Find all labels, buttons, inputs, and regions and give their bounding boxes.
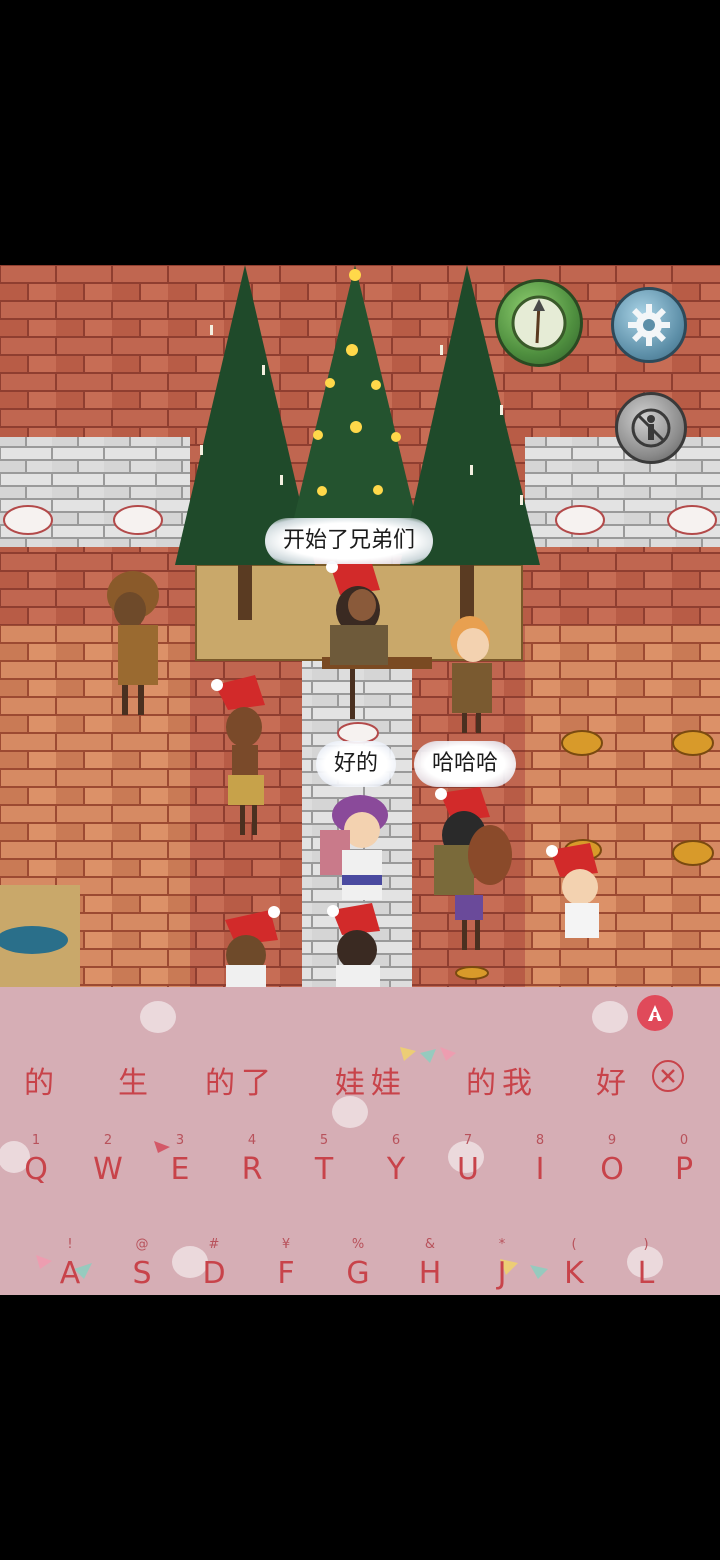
key-label: L xyxy=(637,1256,655,1291)
key-secondary-label: ! xyxy=(67,1237,73,1252)
key-j[interactable]: * J xyxy=(472,1236,532,1306)
key-label: A xyxy=(59,1256,81,1291)
key-k[interactable]: (K xyxy=(544,1236,604,1306)
letter-a-icon xyxy=(648,1005,662,1021)
candidate-word-2[interactable]: 生 xyxy=(118,1058,154,1102)
key-secondary-label: ( xyxy=(571,1237,577,1252)
key-e[interactable]: 3E xyxy=(150,1132,210,1202)
key-o[interactable]: 9O xyxy=(582,1132,642,1202)
speech-bubble-laugh: 哈哈哈 xyxy=(414,741,517,787)
key-label: Q xyxy=(24,1152,48,1187)
key-i[interactable]: 8I xyxy=(510,1132,570,1202)
key-secondary-label: 4 xyxy=(247,1133,257,1148)
key-secondary-label: # xyxy=(208,1237,220,1252)
key-g[interactable]: % G xyxy=(328,1236,388,1306)
candidate-word-4[interactable]: 娃娃 xyxy=(335,1058,407,1102)
key-secondary-label: 1 xyxy=(31,1133,41,1148)
key-q[interactable]: 1Q xyxy=(6,1132,66,1202)
key-l[interactable]: ) L xyxy=(616,1236,676,1306)
settings-button[interactable] xyxy=(611,287,687,363)
key-secondary-label: 0 xyxy=(679,1133,689,1148)
key-h[interactable]: & H xyxy=(400,1236,460,1306)
candidate-word-1[interactable]: 的 xyxy=(24,1058,60,1102)
key-secondary-label: 6 xyxy=(391,1133,401,1148)
hide-players-button[interactable] xyxy=(615,392,687,464)
key-secondary-label: 9 xyxy=(607,1133,617,1148)
game-viewport[interactable]: 开始了兄弟们 好的 哈哈哈 xyxy=(0,265,720,987)
candidate-word-5[interactable]: 的我 xyxy=(466,1058,538,1102)
key-secondary-label: % xyxy=(351,1237,365,1252)
key-label: P xyxy=(674,1152,694,1187)
gear-icon xyxy=(628,304,670,346)
key-u[interactable]: 7U xyxy=(438,1132,498,1202)
key-d[interactable]: # D xyxy=(184,1236,244,1306)
key-label: W xyxy=(93,1152,123,1187)
candidate-word-6[interactable]: 好 xyxy=(596,1058,632,1102)
candidate-word-3[interactable]: 的了 xyxy=(205,1058,277,1102)
key-label: G xyxy=(346,1256,370,1291)
key-label: I xyxy=(535,1152,545,1187)
key-secondary-label: 8 xyxy=(535,1133,545,1148)
key-r[interactable]: 4R xyxy=(222,1132,282,1202)
key-secondary-label: @ xyxy=(135,1237,149,1252)
key-t[interactable]: 5T xyxy=(294,1132,354,1202)
key-label: U xyxy=(457,1152,479,1187)
key-secondary-label: 3 xyxy=(175,1133,185,1148)
key-y[interactable]: 6Y xyxy=(366,1132,426,1202)
speech-bubble-ok: 好的 xyxy=(316,741,397,787)
key-a[interactable]: ! A xyxy=(40,1236,100,1306)
compass-button[interactable] xyxy=(495,279,583,367)
key-secondary-label: * xyxy=(498,1237,506,1252)
speech-bubble-leader: 开始了兄弟们 xyxy=(265,518,434,564)
key-label: H xyxy=(418,1256,442,1291)
key-w[interactable]: 2W xyxy=(78,1132,138,1202)
circle-x-icon xyxy=(652,1060,684,1092)
key-label: O xyxy=(600,1152,624,1187)
key-label: T xyxy=(314,1152,334,1187)
key-f[interactable]: ¥ F xyxy=(256,1236,316,1306)
key-s[interactable]: @ S xyxy=(112,1236,172,1306)
key-label: Y xyxy=(386,1152,406,1187)
no-person-icon xyxy=(631,408,671,448)
key-secondary-label: & xyxy=(424,1237,436,1252)
key-label: K xyxy=(564,1256,584,1291)
key-label: J xyxy=(497,1256,507,1291)
key-secondary-label: 2 xyxy=(103,1133,113,1148)
key-secondary-label: ¥ xyxy=(281,1237,291,1252)
clear-candidates-button[interactable] xyxy=(650,1058,686,1094)
key-label: R xyxy=(241,1152,263,1187)
key-label: E xyxy=(170,1152,190,1187)
input-mode-button[interactable] xyxy=(637,995,673,1031)
compass-spear-icon xyxy=(511,295,567,351)
key-secondary-label: 5 xyxy=(319,1133,329,1148)
key-label: S xyxy=(132,1256,152,1291)
key-label: F xyxy=(277,1256,295,1291)
key-label: D xyxy=(202,1256,226,1291)
key-secondary-label: ) xyxy=(643,1237,649,1252)
key-p[interactable]: 0P xyxy=(654,1132,714,1202)
key-secondary-label: 7 xyxy=(463,1133,473,1148)
game-scene[interactable] xyxy=(0,265,720,987)
